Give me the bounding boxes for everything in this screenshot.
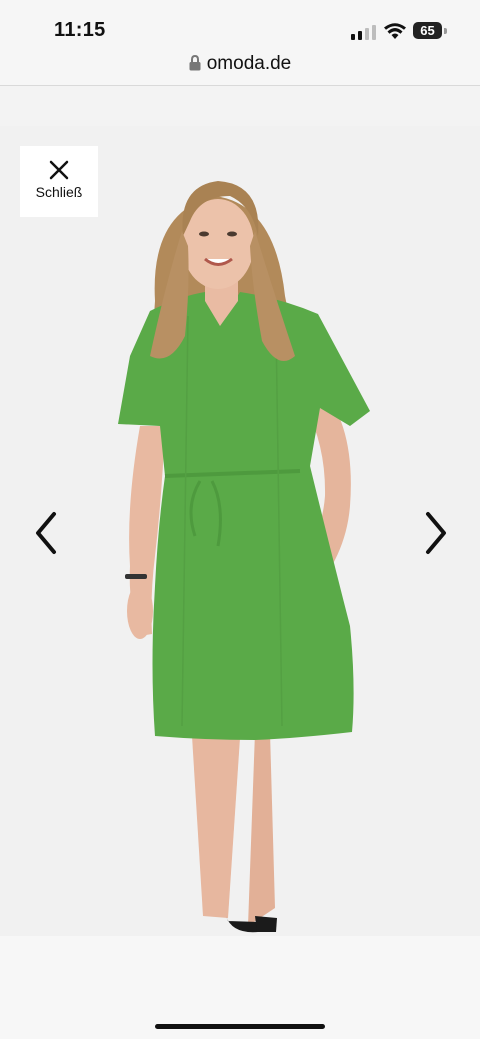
lock-icon bbox=[189, 55, 201, 71]
url-text: omoda.de bbox=[206, 53, 292, 74]
product-image[interactable] bbox=[0, 126, 480, 936]
model-green-dress-image bbox=[118, 181, 370, 933]
close-button-label: Schließ bbox=[35, 184, 83, 200]
chevron-right-icon[interactable] bbox=[420, 510, 452, 556]
battery-level: 65 bbox=[413, 22, 442, 39]
home-indicator[interactable] bbox=[155, 1024, 325, 1029]
bottom-bar bbox=[0, 936, 480, 1039]
address-bar[interactable]: omoda.de bbox=[0, 48, 480, 86]
wifi-icon bbox=[384, 23, 406, 39]
lightbox: Schließ bbox=[0, 86, 480, 936]
close-icon bbox=[49, 160, 69, 180]
clock: 11:15 bbox=[54, 19, 106, 41]
chevron-left-icon[interactable] bbox=[30, 510, 62, 556]
battery-icon: 65 bbox=[413, 22, 447, 40]
cellular-signal-icon bbox=[351, 24, 377, 40]
close-button[interactable]: Schließ bbox=[20, 146, 98, 217]
url-display[interactable]: omoda.de bbox=[0, 53, 480, 75]
status-bar: 11:15 65 bbox=[0, 0, 480, 48]
